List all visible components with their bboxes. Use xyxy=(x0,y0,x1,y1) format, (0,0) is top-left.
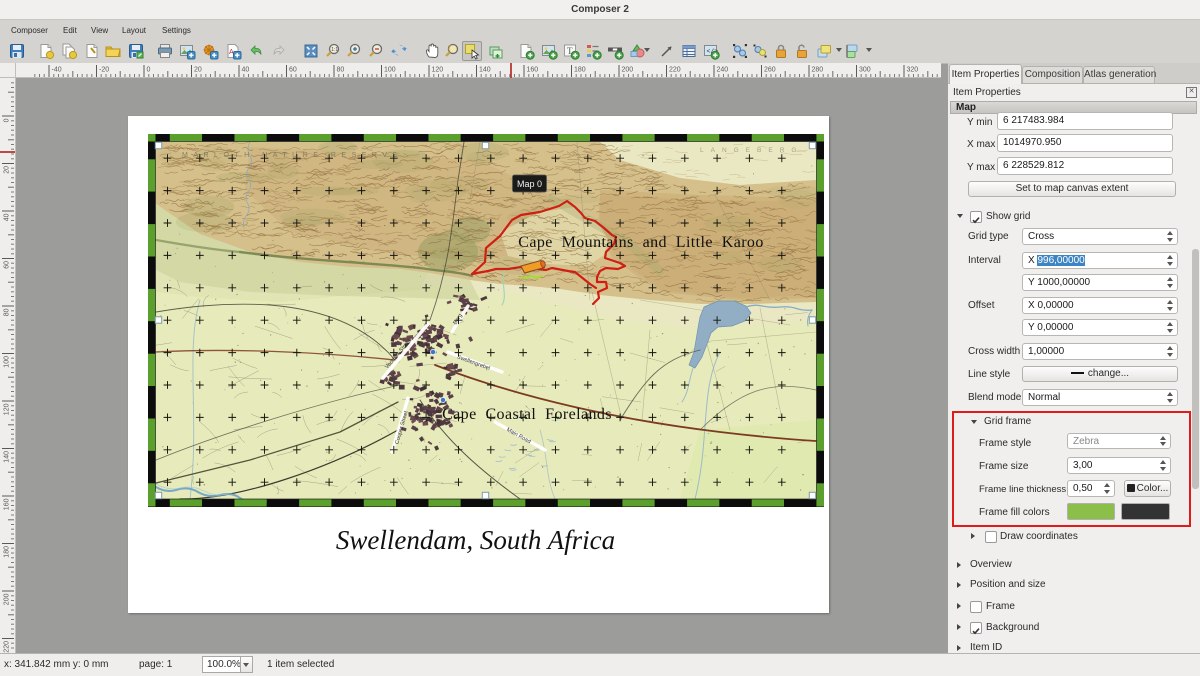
svg-text:140: 140 xyxy=(4,451,11,463)
svg-text:60: 60 xyxy=(4,261,11,269)
svg-text:160: 160 xyxy=(527,67,539,74)
svg-text:320: 320 xyxy=(907,67,919,74)
svg-text:240: 240 xyxy=(717,67,729,74)
svg-text:260: 260 xyxy=(764,67,776,74)
svg-text:20: 20 xyxy=(194,67,202,74)
svg-text:-40: -40 xyxy=(52,67,62,74)
svg-text:0: 0 xyxy=(4,118,11,122)
svg-text:100: 100 xyxy=(4,356,11,368)
svg-text:Cape Coastal Forelands: Cape Coastal Forelands xyxy=(442,406,612,423)
svg-text:300: 300 xyxy=(859,67,871,74)
svg-text:80: 80 xyxy=(337,67,345,74)
svg-text:1:1: 1:1 xyxy=(331,47,338,53)
svg-text:20: 20 xyxy=(4,166,11,174)
svg-text:160: 160 xyxy=(4,498,11,510)
svg-text:60: 60 xyxy=(289,67,297,74)
svg-text:200: 200 xyxy=(622,67,634,74)
svg-text:Cape Mountains and Little Karo: Cape Mountains and Little Karoo xyxy=(518,234,763,251)
svg-text:280: 280 xyxy=(812,67,824,74)
svg-text:40: 40 xyxy=(242,67,250,74)
svg-text:Map 0: Map 0 xyxy=(517,179,542,189)
svg-text:40: 40 xyxy=(4,213,11,221)
svg-text:80: 80 xyxy=(4,308,11,316)
svg-text:-20: -20 xyxy=(99,67,109,74)
svg-text:100: 100 xyxy=(384,67,396,74)
svg-text:180: 180 xyxy=(4,546,11,558)
svg-text:120: 120 xyxy=(432,67,444,74)
svg-text:220: 220 xyxy=(4,641,11,653)
svg-text:120: 120 xyxy=(4,403,11,415)
svg-text:200: 200 xyxy=(4,593,11,605)
svg-text:140: 140 xyxy=(479,67,491,74)
svg-text:MARLOTH NATURE RESERVE: MARLOTH NATURE RESERVE xyxy=(182,152,403,159)
svg-text:180: 180 xyxy=(574,67,586,74)
svg-text:0: 0 xyxy=(147,67,151,74)
svg-text:220: 220 xyxy=(669,67,681,74)
svg-text:LANGEBERG: LANGEBERG xyxy=(700,147,803,154)
